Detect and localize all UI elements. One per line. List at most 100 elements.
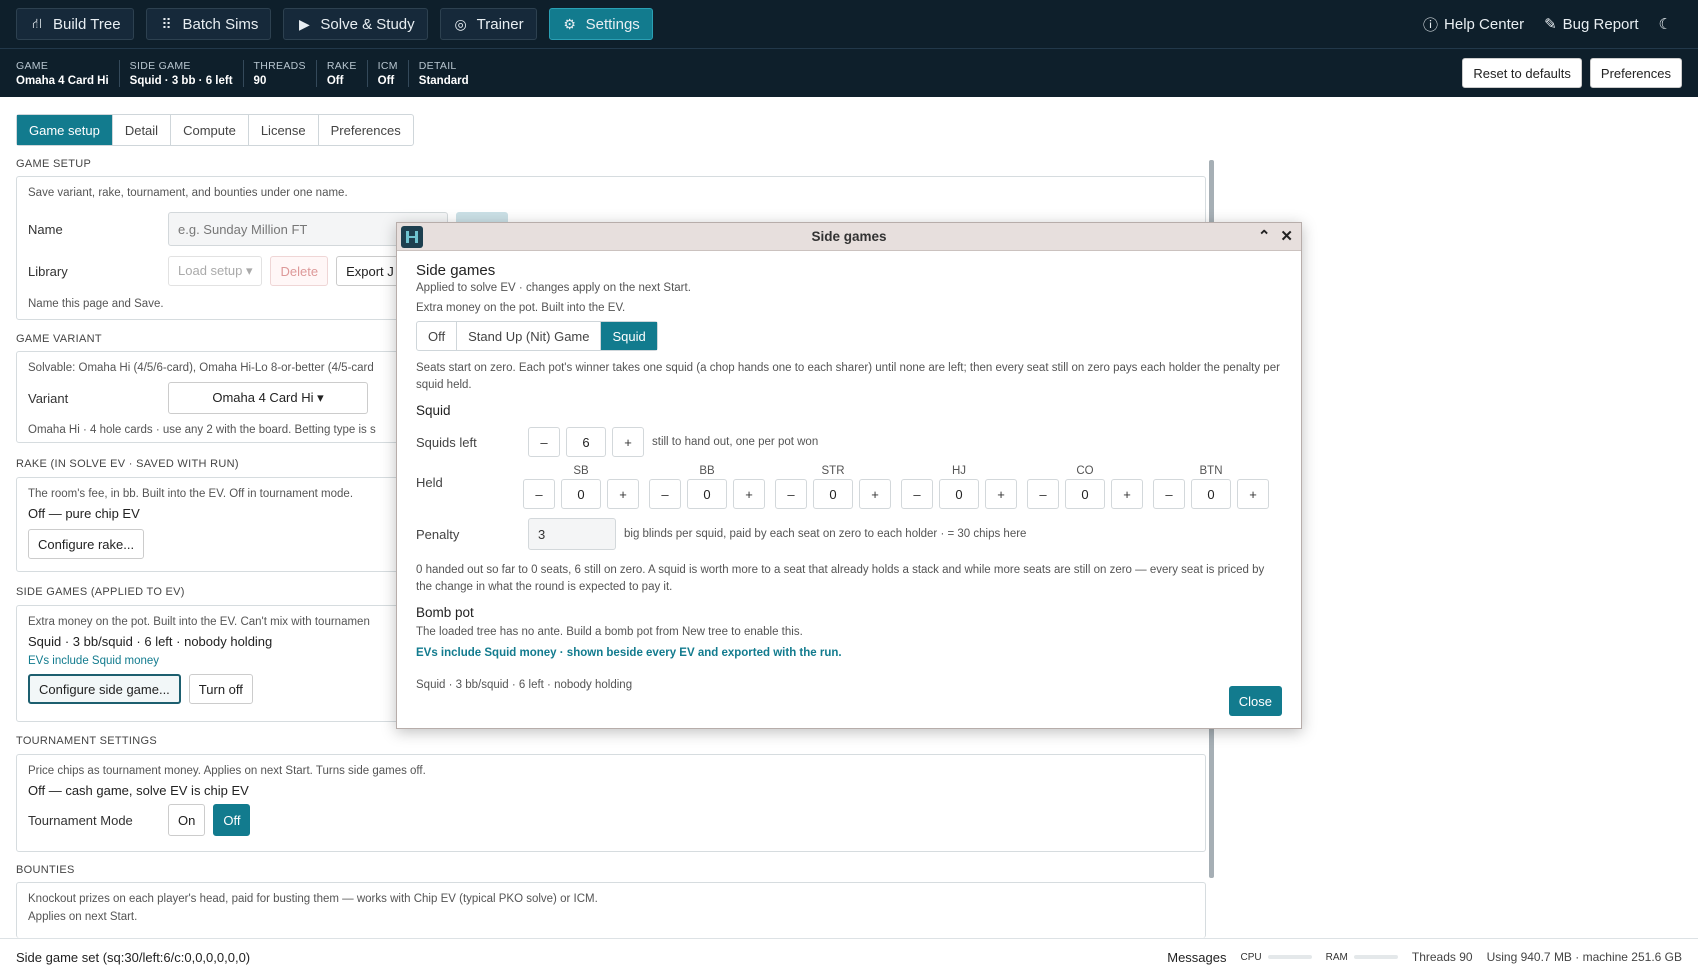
preferences-button[interactable]: Preferences — [1589, 58, 1682, 88]
close-icon[interactable]: ✕ — [1280, 227, 1293, 245]
play-icon: ▶ — [299, 15, 310, 32]
seat-minus[interactable]: – — [1153, 479, 1185, 509]
seat-plus[interactable]: + — [1237, 479, 1269, 509]
seat-value[interactable]: 0 — [813, 479, 853, 509]
settings-tabs: Game setup Detail Compute License Prefer… — [16, 114, 414, 146]
dialog-body: Side games Applied to solve EV · changes… — [397, 251, 1301, 716]
tournament-on-button[interactable]: On — [168, 804, 206, 836]
variant-label: Variant — [28, 390, 69, 406]
tab-game-setup[interactable]: Game setup — [17, 115, 112, 145]
moon-icon: ☾ — [1658, 16, 1672, 33]
bomb-pot-heading: Bomb pot — [416, 605, 474, 620]
memory-readout: Using 940.7 MB · machine 251.6 GB — [1486, 950, 1682, 964]
status-strip: GAME Omaha 4 Card Hi SIDE GAME Squid · 3 b… — [0, 48, 1698, 97]
penalty-hint: big blinds per squid, paid by each seat … — [624, 528, 1027, 540]
export-setup-button[interactable]: Export J — [336, 256, 404, 286]
held-label: Held — [416, 475, 443, 490]
seat-value[interactable]: 0 — [561, 479, 601, 509]
nav-solve-study[interactable]: ▶ Solve & Study — [283, 8, 428, 40]
target-icon: ◎ — [454, 15, 467, 32]
tournament-off-button[interactable]: Off — [213, 804, 251, 836]
tab-detail[interactable]: Detail — [111, 115, 170, 145]
nav-build-tree[interactable]: ⛙ Build Tree — [16, 8, 134, 40]
bounties-hint: Applies on next Start. — [28, 911, 138, 923]
seat-minus[interactable]: – — [1027, 479, 1059, 509]
tree-icon: ⛙ — [32, 14, 42, 31]
bomb-pot-desc: The loaded tree has no ante. Build a bom… — [416, 626, 803, 638]
bug-report-link[interactable]: ✎ Bug Report — [1544, 15, 1638, 34]
seat-value[interactable]: 0 — [1065, 479, 1105, 509]
dialog-title: Side games — [811, 229, 887, 244]
nav-settings[interactable]: ⚙ Settings — [548, 8, 653, 40]
reset-defaults-button[interactable]: Reset to defaults — [1462, 58, 1582, 88]
game-variant-heading: GAME VARIANT — [16, 333, 102, 345]
seat-value[interactable]: 0 — [1191, 479, 1231, 509]
seat-minus[interactable]: – — [901, 479, 933, 509]
seat-plus[interactable]: + — [859, 479, 891, 509]
squid-heading: Squid — [416, 403, 451, 418]
turn-off-side-game-button[interactable]: Turn off — [188, 674, 253, 704]
seat-value[interactable]: 0 — [939, 479, 979, 509]
penalty-input[interactable]: 3 — [528, 518, 616, 550]
squids-left-minus[interactable]: – — [528, 427, 560, 457]
tournament-desc: Price chips as tournament money. Applies… — [28, 765, 426, 777]
seat-value[interactable]: 0 — [687, 479, 727, 509]
cpu-bar — [1267, 955, 1312, 959]
bounties-heading: BOUNTIES — [16, 864, 75, 876]
bounties-card: Knockout prizes on each player's head, p… — [16, 882, 1206, 938]
game-setup-heading: GAME SETUP — [16, 158, 92, 170]
tournament-mode-label: Tournament Mode — [28, 812, 133, 828]
mode-squid[interactable]: Squid — [600, 322, 657, 350]
bounties-desc: Knockout prizes on each player's head, p… — [28, 893, 598, 905]
side-game-mode-selector: Off Stand Up (Nit) Game Squid — [416, 321, 658, 351]
squid-rules: Seats start on zero. Each pot's winner t… — [416, 362, 1280, 391]
seat-plus[interactable]: + — [985, 479, 1017, 509]
seat-plus[interactable]: + — [1111, 479, 1143, 509]
tournament-heading: TOURNAMENT SETTINGS — [16, 735, 157, 747]
nav-trainer[interactable]: ◎ Trainer — [439, 8, 537, 40]
delete-setup-button[interactable]: Delete — [270, 256, 329, 286]
held-seats: SB –0 + BB –0 + STR –0 + HJ –0 + CO –0 + BTN –0 + — [523, 465, 1269, 509]
tab-compute[interactable]: Compute — [170, 115, 248, 145]
tab-license[interactable]: License — [247, 115, 318, 145]
variant-select[interactable]: Omaha 4 Card Hi ▾ — [168, 382, 368, 414]
seat-minus[interactable]: – — [775, 479, 807, 509]
mode-off[interactable]: Off — [417, 322, 456, 350]
ev-note: EVs include Squid money · shown beside e… — [416, 647, 842, 659]
help-center-link[interactable]: ⓘ Help Center — [1423, 14, 1524, 35]
configure-side-game-button[interactable]: Configure side game... — [28, 674, 181, 704]
side-games-dialog: Side games ⌃ ✕ Side games Applied to sol… — [396, 222, 1302, 729]
load-setup-dropdown[interactable]: Load setup ▾ — [168, 256, 263, 286]
seat-minus[interactable]: – — [649, 479, 681, 509]
dialog-close-button[interactable]: Close — [1228, 686, 1282, 716]
wrench-icon: ✎ — [1544, 16, 1557, 33]
seat-co: CO –0 + — [1027, 465, 1143, 509]
grid-icon: ⠿ — [161, 15, 172, 32]
tournament-state: Off — cash game, solve EV is chip EV — [28, 783, 249, 798]
squids-left-value[interactable]: 6 — [566, 427, 606, 457]
tab-preferences[interactable]: Preferences — [317, 115, 413, 145]
dialog-desc: Extra money on the pot. Built into the E… — [416, 302, 626, 314]
seat-bb: BB –0 + — [649, 465, 765, 509]
app-logo-icon — [401, 226, 423, 248]
bottom-status-bar: Side game set (sq:30/left:6/c:0,0,0,0,0,… — [0, 938, 1698, 975]
status-detail: DETAIL Standard — [407, 59, 479, 87]
nav-batch-sims[interactable]: ⠿ Batch Sims — [145, 8, 272, 40]
messages-link[interactable]: Messages — [1167, 950, 1226, 965]
seat-plus[interactable]: + — [607, 479, 639, 509]
status-rake: RAKE Off — [315, 59, 367, 87]
collapse-icon[interactable]: ⌃ — [1258, 227, 1271, 245]
ram-meter: RAM — [1326, 952, 1398, 963]
mode-stand-up[interactable]: Stand Up (Nit) Game — [456, 322, 600, 350]
status-icm: ICM Off — [366, 59, 408, 87]
seat-btn: BTN –0 + — [1153, 465, 1269, 509]
dialog-subtitle: Applied to solve EV · changes apply on t… — [416, 282, 691, 294]
seat-plus[interactable]: + — [733, 479, 765, 509]
seat-hj: HJ –0 + — [901, 465, 1017, 509]
seat-minus[interactable]: – — [523, 479, 555, 509]
squids-left-plus[interactable]: + — [612, 427, 644, 457]
penalty-label: Penalty — [416, 526, 460, 542]
configure-rake-button[interactable]: Configure rake... — [28, 529, 145, 559]
theme-toggle[interactable]: ☾ — [1659, 15, 1672, 33]
rake-heading: RAKE (IN SOLVE EV · SAVED WITH RUN) — [16, 458, 239, 470]
